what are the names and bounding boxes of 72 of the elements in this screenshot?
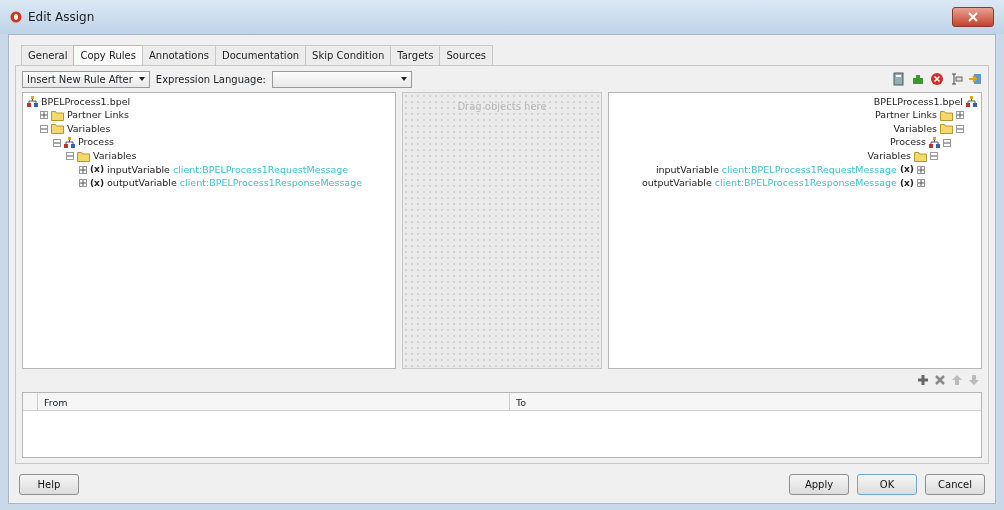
expand-toggle[interactable] [917,179,925,188]
ok-button[interactable]: OK [857,474,917,495]
folder-icon [940,123,953,135]
variable-icon: (x) [899,176,914,191]
tab[interactable]: Skip Condition [305,45,392,65]
folder-icon [77,150,90,162]
cancel-button[interactable]: Cancel [925,474,985,495]
rule-position-dropdown[interactable]: Insert New Rule After [22,70,150,88]
tree-label[interactable]: Variables [67,121,111,137]
help-button[interactable]: Help [19,474,79,495]
import-icon[interactable] [968,72,982,86]
calculator-icon[interactable] [892,72,906,86]
hierarchy-icon [966,96,977,108]
hierarchy-icon [64,137,75,149]
tree-label[interactable]: Variables [893,121,937,137]
tab[interactable]: General [21,45,75,65]
tree-label[interactable]: Process [889,135,926,150]
tree-label[interactable]: Partner Links [875,108,937,123]
variable-type: client:BPELProcess1ResponseMessage [714,176,897,191]
tree-label[interactable]: BPELProcess1.bpel [873,94,963,109]
tab[interactable]: Documentation [215,45,307,65]
expand-toggle[interactable] [79,179,87,188]
variable-icon: (x) [899,163,914,177]
variable-type: client:BPELProcess1ResponseMessage [179,176,363,191]
tab[interactable]: Targets [390,45,441,65]
hierarchy-icon [27,96,38,108]
variable-name[interactable]: outputVariable [641,176,712,191]
tree-label[interactable]: Variables [93,149,137,164]
column-header: From [37,393,509,410]
variable-icon: (x) [90,176,105,191]
collapse-toggle[interactable] [943,138,951,147]
remove-icon[interactable] [933,374,946,386]
tree-label[interactable]: Process [78,135,115,150]
expression-language-dropdown[interactable] [272,70,412,88]
expression-language-label: Expression Language: [155,72,266,87]
variable-type: client:BPELProcess1RequestMessage [721,162,897,177]
close-icon [968,12,978,22]
text-cursor-icon[interactable] [949,72,963,86]
folder-icon [51,123,64,135]
apply-button[interactable]: Apply [789,474,849,495]
variable-icon: (x) [90,163,105,177]
tree-label[interactable]: Variables [867,149,911,164]
expand-toggle[interactable] [40,111,48,120]
window-title: Edit Assign [28,9,95,26]
folder-icon [940,109,953,121]
expand-toggle[interactable] [79,165,87,174]
column-header: To [509,393,981,410]
move-up-icon[interactable] [950,374,963,386]
add-icon[interactable] [916,374,929,386]
close-button[interactable] [952,7,994,27]
collapse-toggle[interactable] [66,152,74,161]
move-down-icon[interactable] [967,374,980,386]
expand-toggle[interactable] [956,111,964,120]
collapse-toggle[interactable] [930,152,938,161]
app-logo-icon [10,11,22,23]
collapse-toggle[interactable] [53,138,61,147]
expand-toggle[interactable] [917,165,925,174]
collapse-toggle[interactable] [956,125,964,133]
tree-label[interactable]: Partner Links [67,108,129,123]
tab[interactable]: Sources [439,45,493,65]
folder-icon [51,109,64,121]
tab[interactable]: Copy Rules [73,45,143,65]
variable-type: client:BPELProcess1RequestMessage [172,162,349,177]
folder-icon [914,150,927,162]
collapse-toggle[interactable] [40,125,48,133]
tree-label[interactable]: BPELProcess1.bpel [41,94,131,109]
tab[interactable]: Annotations [141,45,216,65]
hierarchy-icon [929,137,940,149]
variable-name[interactable]: outputVariable [107,176,177,191]
delete-icon[interactable] [930,72,944,86]
variable-name[interactable]: inputVariable [107,162,170,177]
variable-name[interactable]: inputVariable [655,162,719,177]
